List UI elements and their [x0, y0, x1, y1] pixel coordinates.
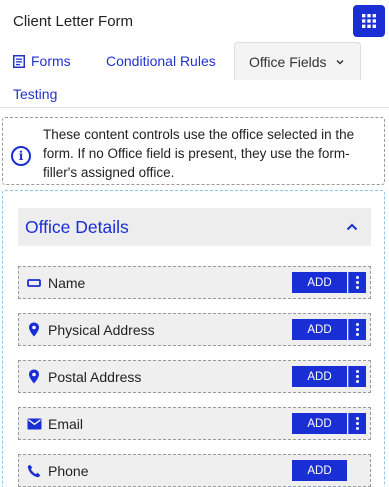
- field-label: Phone: [48, 462, 89, 479]
- envelope-icon: [26, 416, 42, 432]
- field-row-physical-address: Physical Address ADD: [18, 313, 371, 346]
- more-options-button[interactable]: [348, 319, 366, 340]
- add-button[interactable]: ADD: [292, 272, 347, 293]
- tab-divider: [0, 107, 389, 108]
- chevron-up-icon[interactable]: [345, 220, 359, 234]
- tab-testing[interactable]: Testing: [13, 80, 57, 108]
- chevron-down-icon: [336, 59, 344, 65]
- add-button[interactable]: ADD: [292, 413, 347, 434]
- tab-forms-label: Forms: [31, 53, 71, 69]
- field-label: Email: [48, 415, 84, 432]
- form-list-icon: [13, 54, 25, 68]
- add-button[interactable]: ADD: [292, 319, 347, 340]
- grid-icon: [362, 14, 376, 28]
- section-title: Office Details: [25, 216, 129, 237]
- more-options-button[interactable]: [348, 366, 366, 387]
- phone-icon: [26, 463, 42, 479]
- tab-bar: Forms Conditional Rules Office Fields Te…: [0, 42, 389, 108]
- more-options-button[interactable]: [348, 272, 366, 293]
- office-details-header[interactable]: Office Details: [18, 208, 371, 246]
- grid-menu-button[interactable]: [353, 5, 385, 37]
- app-title: Client Letter Form: [13, 12, 134, 30]
- location-pin-icon: [26, 322, 42, 338]
- tab-conditional-rules[interactable]: Conditional Rules: [106, 44, 216, 78]
- tab-forms[interactable]: Forms: [13, 44, 71, 78]
- add-button[interactable]: ADD: [292, 366, 347, 387]
- tab-testing-label: Testing: [13, 86, 58, 102]
- field-row-name: Name ADD: [18, 266, 371, 299]
- more-options-button[interactable]: [348, 413, 366, 434]
- field-label: Physical Address: [48, 321, 155, 338]
- field-label: Postal Address: [48, 368, 142, 385]
- field-row-email: Email ADD: [18, 407, 371, 440]
- office-details-panel: Office Details Name ADD Physical Address…: [2, 190, 385, 487]
- tab-conditional-rules-label: Conditional Rules: [106, 53, 216, 69]
- tab-office-fields[interactable]: Office Fields: [234, 42, 361, 80]
- add-button[interactable]: ADD: [292, 460, 347, 481]
- info-text: These content controls use the office se…: [43, 127, 355, 180]
- location-pin-icon: [26, 369, 42, 385]
- info-icon: i: [11, 146, 31, 166]
- header-bar: Client Letter Form: [0, 0, 389, 42]
- tab-office-fields-label: Office Fields: [249, 53, 327, 70]
- rectangle-icon: [26, 275, 42, 291]
- field-label: Name: [48, 274, 86, 291]
- info-notice: i These content controls use the office …: [2, 117, 385, 185]
- field-row-phone: Phone ADD: [18, 454, 371, 487]
- field-row-postal-address: Postal Address ADD: [18, 360, 371, 393]
